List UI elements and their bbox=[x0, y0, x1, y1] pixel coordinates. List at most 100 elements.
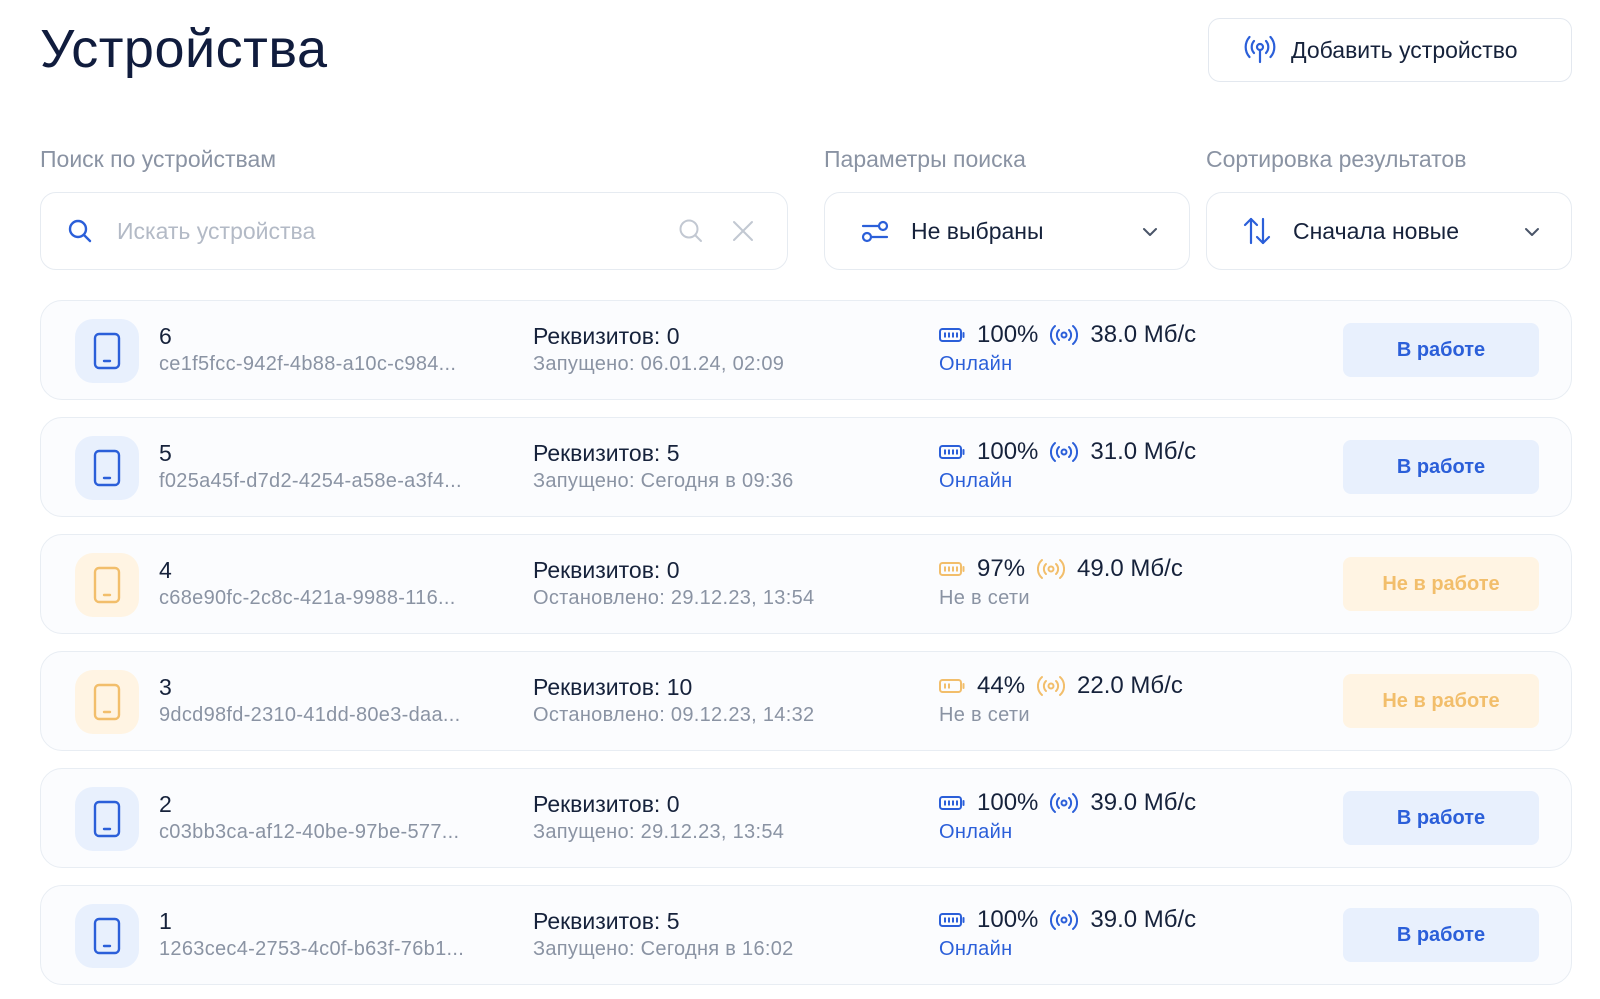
battery-level: 100% bbox=[977, 438, 1039, 465]
requisites-count: Реквизитов: 0 bbox=[533, 557, 680, 583]
device-icon-wrap bbox=[75, 553, 139, 617]
battery-icon bbox=[939, 445, 965, 459]
page-title: Устройства bbox=[40, 19, 328, 79]
device-stats: 100% 39.0 Мб/с bbox=[939, 906, 1196, 934]
device-number: 1 bbox=[159, 908, 172, 934]
search-label: Поиск по устройствам bbox=[40, 146, 277, 172]
device-stats: 44% 22.0 Мб/с bbox=[939, 672, 1183, 700]
clear-icon[interactable] bbox=[729, 217, 757, 245]
network-speed: 22.0 Мб/с bbox=[1077, 672, 1183, 699]
device-icon-wrap bbox=[75, 904, 139, 968]
launch-time: Запущено: 29.12.23, 13:54 bbox=[533, 821, 785, 843]
network-speed: 39.0 Мб/с bbox=[1090, 789, 1197, 816]
signal-icon bbox=[1037, 559, 1066, 579]
device-row[interactable]: 1 1263cec4-2753-4c0f-b63f-76b1... Реквиз… bbox=[40, 885, 1572, 985]
device-number: 5 bbox=[159, 440, 172, 466]
network-speed: 49.0 Мб/с bbox=[1077, 555, 1183, 582]
sorting-label: Сортировка результатов bbox=[1206, 146, 1467, 172]
battery-icon bbox=[939, 328, 965, 342]
requisites-count: Реквизитов: 0 bbox=[533, 791, 680, 817]
phone-icon bbox=[93, 332, 121, 370]
device-status-button[interactable]: В работе bbox=[1343, 908, 1539, 962]
launch-time: Запущено: Сегодня в 09:36 bbox=[533, 470, 794, 492]
connection-status: Онлайн bbox=[939, 821, 1013, 843]
connection-status: Онлайн bbox=[939, 470, 1013, 492]
device-status-button[interactable]: В работе bbox=[1343, 791, 1539, 845]
phone-icon bbox=[93, 917, 121, 955]
device-status-button[interactable]: В работе bbox=[1343, 323, 1539, 377]
device-row[interactable]: 3 9dcd98fd-2310-41dd-80e3-daa... Реквизи… bbox=[40, 651, 1572, 751]
device-id: 1263cec4-2753-4c0f-b63f-76b1... bbox=[159, 938, 465, 960]
requisites-count: Реквизитов: 5 bbox=[533, 908, 680, 934]
signal-icon bbox=[1050, 442, 1079, 462]
device-id: c03bb3ca-af12-40be-97be-577... bbox=[159, 821, 460, 843]
launch-time: Запущено: 06.01.24, 02:09 bbox=[533, 353, 785, 375]
device-status-button[interactable]: В работе bbox=[1343, 440, 1539, 494]
device-status-button[interactable]: Не в работе bbox=[1343, 674, 1539, 728]
battery-icon bbox=[939, 913, 965, 927]
device-number: 3 bbox=[159, 674, 172, 700]
requisites-count: Реквизитов: 0 bbox=[533, 323, 680, 349]
device-row[interactable]: 4 c68e90fc-2c8c-421a-9988-116... Реквизи… bbox=[40, 534, 1572, 634]
launch-time: Остановлено: 09.12.23, 14:32 bbox=[533, 704, 815, 726]
phone-icon bbox=[93, 800, 121, 838]
connection-status: Онлайн bbox=[939, 938, 1013, 960]
device-row[interactable]: 2 c03bb3ca-af12-40be-97be-577... Реквизи… bbox=[40, 768, 1572, 868]
battery-level: 100% bbox=[977, 321, 1039, 348]
network-speed: 38.0 Мб/с bbox=[1090, 321, 1197, 348]
connection-status: Не в сети bbox=[939, 704, 1030, 726]
device-row[interactable]: 5 f025a45f-d7d2-4254-a58e-a3f4... Реквиз… bbox=[40, 417, 1572, 517]
device-number: 2 bbox=[159, 791, 172, 817]
signal-icon bbox=[1050, 325, 1079, 345]
device-stats: 100% 38.0 Мб/с bbox=[939, 321, 1196, 349]
search-submit-icon[interactable] bbox=[677, 217, 705, 245]
connection-status: Не в сети bbox=[939, 587, 1030, 609]
chevron-down-icon bbox=[1143, 228, 1157, 236]
phone-icon bbox=[93, 449, 121, 487]
sorting-value: Сначала новые bbox=[1293, 217, 1460, 244]
filters-value: Не выбраны bbox=[911, 217, 1044, 244]
launch-time: Запущено: Сегодня в 16:02 bbox=[533, 938, 794, 960]
filters-dropdown[interactable]: Не выбраны bbox=[824, 192, 1190, 270]
battery-level: 100% bbox=[977, 789, 1039, 816]
requisites-count: Реквизитов: 5 bbox=[533, 440, 680, 466]
sort-arrows-icon bbox=[1243, 217, 1271, 245]
device-stats: 100% 31.0 Мб/с bbox=[939, 438, 1196, 466]
device-id: c68e90fc-2c8c-421a-9988-116... bbox=[159, 587, 456, 609]
device-row[interactable]: 6 ce1f5fcc-942f-4b88-a10c-c984... Реквиз… bbox=[40, 300, 1572, 400]
launch-time: Остановлено: 29.12.23, 13:54 bbox=[533, 587, 815, 609]
search-icon bbox=[68, 219, 92, 243]
device-number: 6 bbox=[159, 323, 172, 349]
battery-icon bbox=[939, 679, 965, 693]
search-field[interactable] bbox=[40, 192, 788, 270]
search-input[interactable] bbox=[117, 217, 657, 245]
device-icon-wrap bbox=[75, 319, 139, 383]
device-icon-wrap bbox=[75, 670, 139, 734]
sliders-icon bbox=[861, 220, 889, 243]
battery-icon bbox=[939, 562, 965, 576]
device-icon-wrap bbox=[75, 436, 139, 500]
sorting-dropdown[interactable]: Сначала новые bbox=[1206, 192, 1572, 270]
signal-icon bbox=[1037, 676, 1066, 696]
battery-level: 97% bbox=[977, 555, 1026, 582]
battery-level: 100% bbox=[977, 906, 1039, 933]
phone-icon bbox=[93, 566, 121, 604]
device-id: f025a45f-d7d2-4254-a58e-a3f4... bbox=[159, 470, 462, 492]
add-device-button[interactable]: Добавить устройство bbox=[1208, 18, 1572, 82]
signal-icon bbox=[1050, 910, 1079, 930]
signal-icon bbox=[1050, 793, 1079, 813]
device-status-button[interactable]: Не в работе bbox=[1343, 557, 1539, 611]
network-speed: 39.0 Мб/с bbox=[1090, 906, 1197, 933]
device-id: 9dcd98fd-2310-41dd-80e3-daa... bbox=[159, 704, 461, 726]
connection-status: Онлайн bbox=[939, 353, 1013, 375]
filters-label: Параметры поиска bbox=[824, 146, 1026, 172]
device-stats: 97% 49.0 Мб/с bbox=[939, 555, 1183, 583]
chevron-down-icon bbox=[1525, 228, 1539, 236]
phone-icon bbox=[93, 683, 121, 721]
device-id: ce1f5fcc-942f-4b88-a10c-c984... bbox=[159, 353, 457, 375]
device-stats: 100% 39.0 Мб/с bbox=[939, 789, 1196, 817]
battery-level: 44% bbox=[977, 672, 1026, 699]
requisites-count: Реквизитов: 10 bbox=[533, 674, 693, 700]
device-icon-wrap bbox=[75, 787, 139, 851]
add-device-label: Добавить устройство bbox=[1291, 36, 1518, 63]
